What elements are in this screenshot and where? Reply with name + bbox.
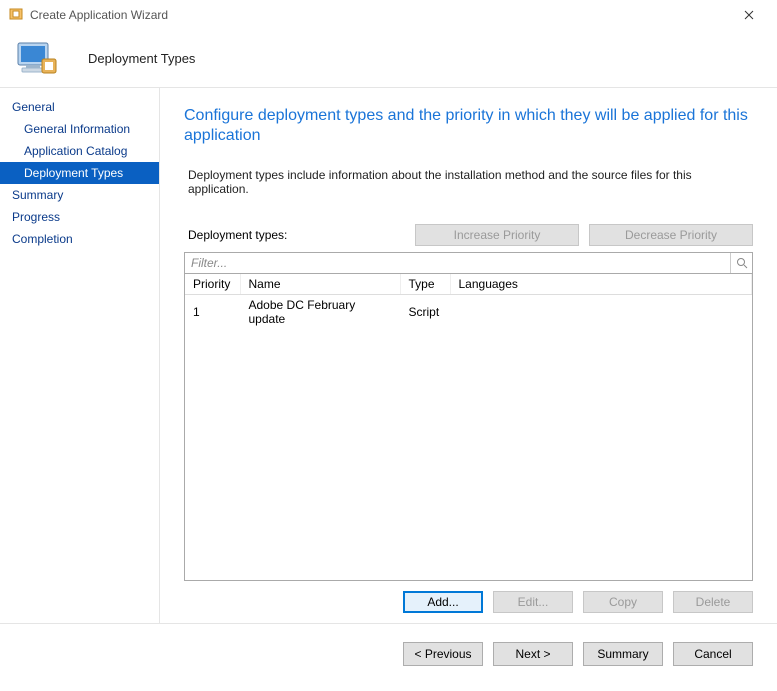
next-button[interactable]: Next >: [493, 642, 573, 666]
add-button[interactable]: Add...: [403, 591, 483, 613]
summary-button[interactable]: Summary: [583, 642, 663, 666]
cell-name: Adobe DC February update: [240, 295, 400, 330]
header-title: Deployment Types: [88, 51, 195, 66]
edit-button[interactable]: Edit...: [493, 591, 573, 613]
increase-priority-button[interactable]: Increase Priority: [415, 224, 579, 246]
filter-row: [184, 252, 753, 274]
nav-completion[interactable]: Completion: [0, 228, 159, 250]
col-type[interactable]: Type: [400, 274, 450, 295]
search-icon[interactable]: [730, 253, 752, 273]
col-name[interactable]: Name: [240, 274, 400, 295]
close-button[interactable]: [729, 1, 769, 29]
page-description: Deployment types include information abo…: [184, 168, 753, 196]
monitor-icon: [12, 39, 60, 79]
nav-general[interactable]: General: [0, 96, 159, 118]
cell-languages: [450, 295, 752, 330]
nav-progress[interactable]: Progress: [0, 206, 159, 228]
title-bar: Create Application Wizard: [0, 0, 777, 30]
wizard-footer: < Previous Next > Summary Cancel: [0, 623, 777, 684]
previous-button[interactable]: < Previous: [403, 642, 483, 666]
filter-input[interactable]: [185, 253, 730, 273]
cancel-button[interactable]: Cancel: [673, 642, 753, 666]
app-icon: [8, 7, 24, 23]
nav-summary[interactable]: Summary: [0, 184, 159, 206]
wizard-header: Deployment Types: [0, 30, 777, 88]
page-title: Configure deployment types and the prior…: [184, 106, 753, 146]
col-priority[interactable]: Priority: [185, 274, 240, 295]
table-header-row: Priority Name Type Languages: [185, 274, 752, 295]
deployment-types-grid[interactable]: Priority Name Type Languages 1 Adobe DC …: [184, 274, 753, 581]
copy-button[interactable]: Copy: [583, 591, 663, 613]
table-row[interactable]: 1 Adobe DC February update Script: [185, 295, 752, 330]
nav-application-catalog[interactable]: Application Catalog: [0, 140, 159, 162]
wizard-sidebar: General General Information Application …: [0, 88, 160, 623]
decrease-priority-button[interactable]: Decrease Priority: [589, 224, 753, 246]
col-languages[interactable]: Languages: [450, 274, 752, 295]
cell-priority: 1: [185, 295, 240, 330]
delete-button[interactable]: Delete: [673, 591, 753, 613]
cell-type: Script: [400, 295, 450, 330]
nav-deployment-types[interactable]: Deployment Types: [0, 162, 159, 184]
deployment-types-label: Deployment types:: [188, 228, 287, 242]
main-panel: Configure deployment types and the prior…: [160, 88, 777, 623]
nav-general-information[interactable]: General Information: [0, 118, 159, 140]
window-title: Create Application Wizard: [30, 8, 168, 22]
